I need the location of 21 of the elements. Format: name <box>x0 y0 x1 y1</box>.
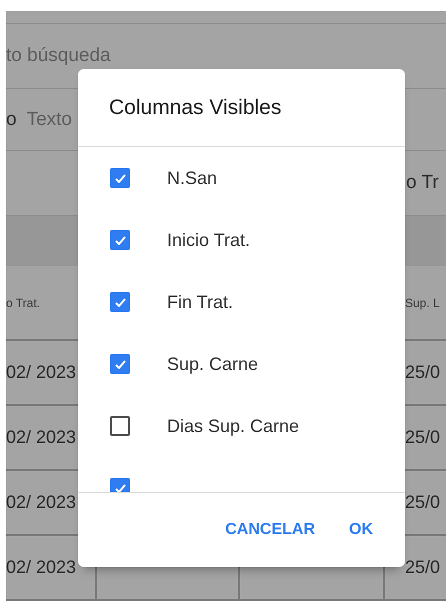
cancel-button[interactable]: CANCELAR <box>215 513 325 547</box>
checkbox-label[interactable]: Dias Sup. Carne <box>167 416 300 436</box>
checkmark-icon <box>114 360 126 368</box>
checkmark-icon <box>114 484 126 492</box>
filter-label: o <box>6 108 17 131</box>
checkbox-label[interactable]: N.San <box>167 168 218 188</box>
checkbox-label[interactable]: Sup. Carne <box>167 354 258 374</box>
checkbox-label[interactable]: Fin Trat. <box>167 292 234 312</box>
checkbox[interactable] <box>110 292 130 312</box>
ok-button[interactable]: OK <box>339 513 383 547</box>
dialog-title: Columnas Visibles <box>109 96 282 120</box>
checkmark-icon <box>114 298 126 306</box>
checkmark-icon <box>114 236 126 244</box>
column-label: o Tr <box>406 172 439 194</box>
checkbox-label[interactable]: Inicio Trat. <box>167 230 250 250</box>
checkmark-icon <box>114 174 126 182</box>
checkbox[interactable] <box>110 354 130 374</box>
checkbox[interactable] <box>110 168 130 188</box>
checkbox[interactable] <box>110 416 130 436</box>
checkbox[interactable] <box>110 478 130 492</box>
checkbox[interactable] <box>110 230 130 250</box>
